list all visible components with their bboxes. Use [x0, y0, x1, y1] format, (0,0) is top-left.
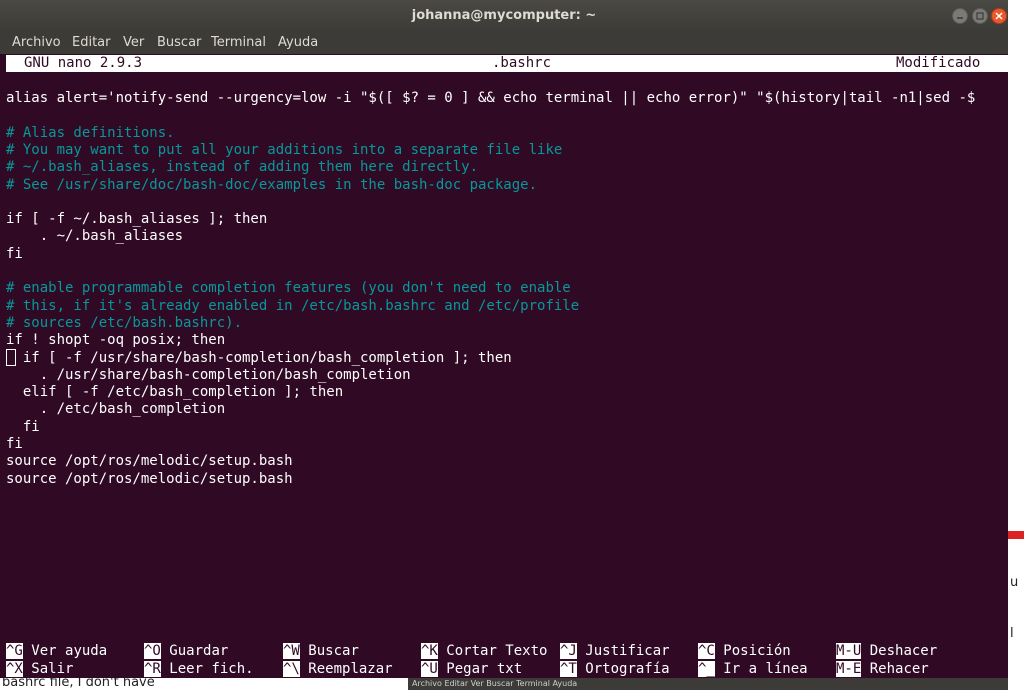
- maximize-icon: [976, 12, 984, 20]
- shortcut-key: ^J: [560, 643, 577, 659]
- comment-line: # See /usr/share/doc/bash-doc/examples i…: [6, 176, 538, 193]
- shortcut-label: Rehacer: [869, 660, 929, 677]
- code-line: if ! shopt -oq posix; then: [6, 332, 226, 349]
- shortcut-key: ^\: [283, 660, 300, 677]
- minimize-icon: [957, 17, 963, 19]
- shortcut-item: ^O Guardar: [144, 643, 228, 660]
- shortcut-key: ^G: [6, 643, 23, 659]
- shortcut-label: Cortar Texto: [446, 643, 548, 659]
- shortcut-item: ^K Cortar Texto: [421, 643, 547, 660]
- shortcut-item: ^U Pegar txt: [421, 660, 523, 678]
- background-text-fragment: l: [1010, 626, 1014, 641]
- shortcut-key: ^O: [144, 643, 161, 659]
- shortcut-label: Justificar: [585, 643, 670, 659]
- shortcut-key: ^K: [421, 643, 438, 659]
- maximize-button[interactable]: [972, 8, 988, 24]
- menu-editar[interactable]: Editar: [72, 35, 111, 50]
- shortcut-label: Posición: [723, 643, 791, 659]
- shortcut-item: ^T Ortografía: [560, 660, 670, 678]
- shortcut-item: ^C Posición: [698, 643, 791, 660]
- comment-line: # this, if it's already enabled in /etc/…: [6, 297, 580, 314]
- code-line: alias alert='notify-send --urgency=low -…: [6, 90, 976, 106]
- code-line: fi: [6, 245, 23, 262]
- terminal-window[interactable]: johanna@mycomputer: ~ Archivo Editar Ver…: [0, 0, 1008, 678]
- text-cursor: [6, 349, 16, 366]
- minimize-button[interactable]: [952, 8, 968, 24]
- shortcut-item: M-U Deshacer: [836, 643, 937, 660]
- code-line: elif [ -f /etc/bash_completion ]; then: [6, 384, 344, 401]
- shortcut-item: ^W Buscar: [283, 643, 359, 660]
- comment-line: # enable programmable completion feature…: [6, 280, 571, 297]
- shortcut-label: Deshacer: [869, 643, 938, 659]
- menu-archivo[interactable]: Archivo: [12, 35, 61, 50]
- comment-line: # Alias definitions.: [6, 124, 175, 141]
- menu-ver[interactable]: Ver: [123, 35, 144, 50]
- comment-line: # ~/.bash_aliases, instead of adding the…: [6, 159, 479, 176]
- background-window-right: u l: [1008, 0, 1024, 690]
- shortcut-item: ^R Leer fich.: [144, 660, 254, 678]
- menu-buscar[interactable]: Buscar: [157, 35, 201, 50]
- background-text-fragment: u: [1010, 575, 1019, 590]
- nano-status: Modificado: [896, 55, 981, 71]
- shortcut-key: M-U: [836, 643, 862, 659]
- shortcut-label: Ir a línea: [723, 660, 808, 677]
- shortcut-label: Ver ayuda: [31, 643, 108, 659]
- close-icon: [995, 12, 1003, 20]
- background-menu-text: Archivo Editar Ver Buscar Terminal Ayuda: [412, 679, 578, 688]
- window-title: johanna@mycomputer: ~: [411, 8, 597, 23]
- shortcut-item: ^X Salir: [6, 660, 74, 678]
- shortcut-label: Pegar txt: [446, 660, 523, 677]
- background-red-line: [1008, 531, 1024, 539]
- shortcut-key: ^C: [698, 643, 715, 659]
- shortcut-item: ^\ Reemplazar: [283, 660, 393, 678]
- shortcut-label: Guardar: [169, 643, 229, 659]
- shortcut-key: ^_: [698, 660, 715, 677]
- shortcut-item: ^G Ver ayuda: [6, 643, 107, 660]
- background-text: bashrc file, I don't have: [2, 678, 155, 690]
- code-line: if [ -f ~/.bash_aliases ]; then: [6, 211, 268, 228]
- shortcut-label: Salir: [31, 660, 74, 677]
- code-line: source /opt/ros/melodic/setup.bash: [6, 470, 293, 487]
- comment-line: # You may want to put all your additions…: [6, 141, 563, 158]
- background-terminal-window: Archivo Editar Ver Buscar Terminal Ayuda: [408, 678, 1008, 690]
- shortcut-key: ^W: [283, 643, 300, 659]
- background-window-bottom: bashrc file, I don't have Archivo Editar…: [0, 678, 1024, 690]
- shortcut-key: M-E: [836, 660, 862, 677]
- code-line: . ~/.bash_aliases: [6, 228, 184, 245]
- shortcut-item: ^_ Ir a línea: [698, 660, 808, 678]
- title-bar[interactable]: johanna@mycomputer: ~: [0, 0, 1008, 32]
- menu-bar: Archivo Editar Ver Buscar Terminal Ayuda: [0, 32, 1008, 54]
- code-line: source /opt/ros/melodic/setup.bash: [6, 453, 293, 470]
- nano-header-bar: GNU nano 2.9.3 .bashrc Modificado: [6, 55, 1008, 72]
- shortcut-key: ^X: [6, 660, 23, 677]
- shortcut-label: Buscar: [308, 643, 359, 659]
- shortcut-label: Reemplazar: [308, 660, 393, 677]
- close-button[interactable]: [991, 8, 1007, 24]
- shortcut-label: Leer fich.: [169, 660, 254, 677]
- comment-line: # sources /etc/bash.bashrc).: [6, 314, 243, 331]
- code-line: . /usr/share/bash-completion/bash_comple…: [6, 366, 411, 383]
- menu-terminal[interactable]: Terminal: [211, 35, 266, 50]
- nano-shortcut-bar: ^G Ver ayuda ^O Guardar ^W Buscar ^K Cortar…: [6, 643, 1008, 678]
- code-line: . /etc/bash_completion: [6, 401, 226, 418]
- shortcut-key: ^T: [560, 660, 577, 677]
- menu-ayuda[interactable]: Ayuda: [278, 35, 318, 50]
- code-line: fi: [6, 418, 40, 435]
- nano-filename: .bashrc: [492, 55, 552, 71]
- nano-version: GNU nano 2.9.3: [24, 55, 143, 71]
- shortcut-item: M-E Rehacer: [836, 660, 929, 678]
- shortcut-key: ^U: [421, 660, 438, 677]
- shortcut-label: Ortografía: [585, 660, 670, 677]
- code-line: fi: [6, 436, 23, 452]
- shortcut-item: ^J Justificar: [560, 643, 670, 660]
- shortcut-key: ^R: [144, 660, 161, 677]
- code-line: if [ -f /usr/share/bash-completion/bash_…: [6, 349, 512, 366]
